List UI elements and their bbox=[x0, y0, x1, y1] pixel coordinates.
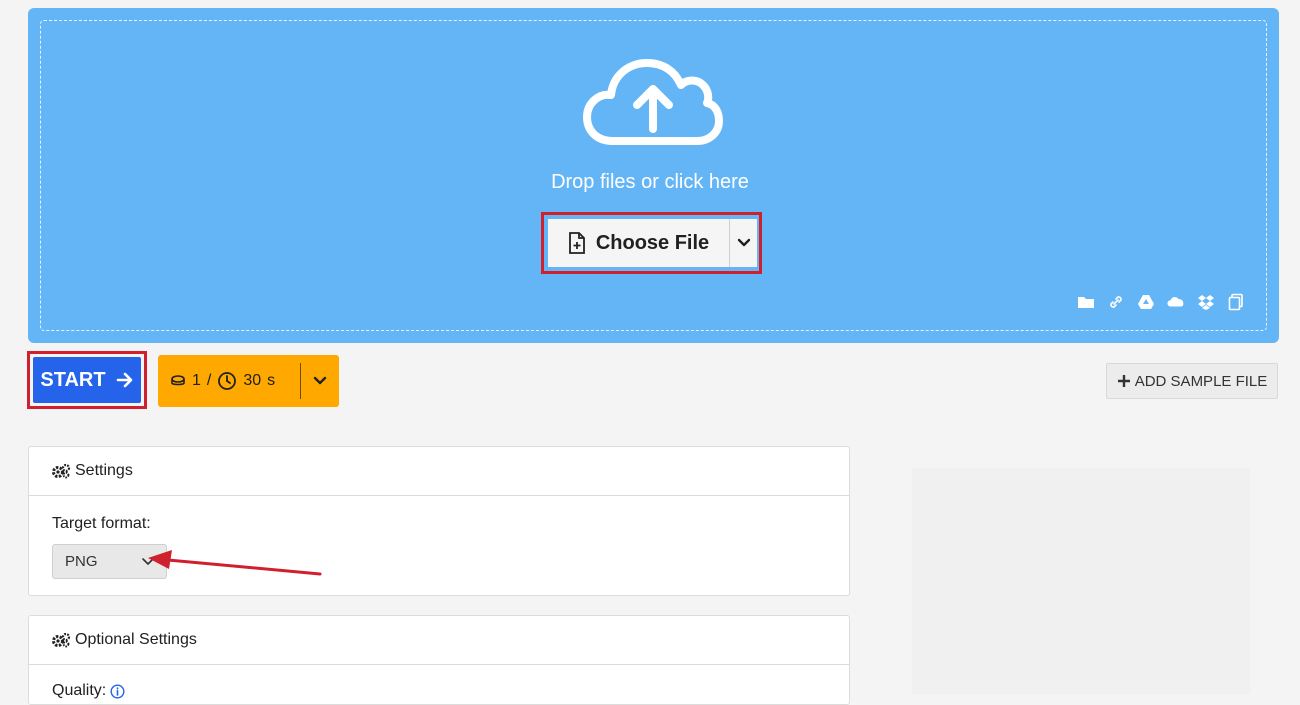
credits-info: 1 / 30 s bbox=[158, 355, 300, 407]
credits-time: 30 bbox=[243, 372, 262, 389]
ad-placeholder bbox=[912, 468, 1250, 694]
file-plus-icon bbox=[568, 232, 585, 254]
start-label: START bbox=[40, 368, 106, 391]
folder-icon[interactable] bbox=[1077, 293, 1095, 311]
settings-header: Settings bbox=[29, 447, 849, 496]
coins-icon bbox=[171, 375, 185, 386]
credits-unit: s bbox=[267, 372, 276, 389]
optional-settings-header: Optional Settings bbox=[29, 616, 849, 665]
credits-dropdown[interactable] bbox=[301, 355, 339, 407]
drop-prompt: Drop files or click here bbox=[551, 171, 749, 193]
add-sample-file-label: ADD SAMPLE FILE bbox=[1134, 372, 1268, 390]
chevron-down-icon bbox=[313, 376, 327, 385]
target-format-label: Target format: bbox=[52, 515, 151, 532]
google-drive-icon[interactable] bbox=[1137, 293, 1155, 311]
clock-icon bbox=[218, 372, 237, 390]
link-icon[interactable] bbox=[1107, 293, 1125, 311]
dropbox-icon[interactable] bbox=[1197, 293, 1215, 311]
conversion-credits-button[interactable]: 1 / 30 s bbox=[158, 355, 339, 407]
arrow-right-icon bbox=[116, 372, 132, 388]
credits-count: 1 bbox=[192, 372, 201, 389]
add-sample-file-button[interactable]: ADD SAMPLE FILE bbox=[1106, 363, 1278, 399]
choose-file-highlight: Choose File bbox=[541, 212, 762, 274]
chevron-down-icon bbox=[142, 557, 154, 565]
start-button[interactable]: START bbox=[33, 357, 141, 403]
quality-field: Quality: bbox=[52, 682, 125, 700]
start-highlight: START bbox=[27, 351, 147, 409]
choose-file-button[interactable]: Choose File bbox=[548, 219, 730, 267]
target-format-select[interactable]: PNG bbox=[52, 544, 167, 579]
quality-label: Quality: bbox=[52, 682, 107, 699]
clipboard-icon[interactable] bbox=[1227, 293, 1245, 311]
choose-file-label: Choose File bbox=[595, 231, 710, 254]
optional-settings-title: Optional Settings bbox=[75, 631, 197, 648]
credits-separator: / bbox=[206, 372, 212, 389]
optional-settings-panel: Optional Settings Quality: bbox=[28, 615, 850, 705]
gears-icon bbox=[52, 463, 71, 479]
cloud-upload-icon[interactable] bbox=[583, 57, 723, 149]
settings-title: Settings bbox=[75, 462, 133, 479]
target-format-value: PNG bbox=[65, 553, 98, 570]
gears-icon bbox=[52, 632, 71, 648]
info-icon[interactable] bbox=[110, 683, 125, 699]
settings-panel: Settings Target format: PNG bbox=[28, 446, 850, 596]
chevron-down-icon bbox=[737, 238, 750, 247]
plus-icon bbox=[1117, 375, 1130, 387]
onedrive-icon[interactable] bbox=[1167, 293, 1185, 311]
choose-file-dropdown[interactable] bbox=[730, 219, 757, 267]
